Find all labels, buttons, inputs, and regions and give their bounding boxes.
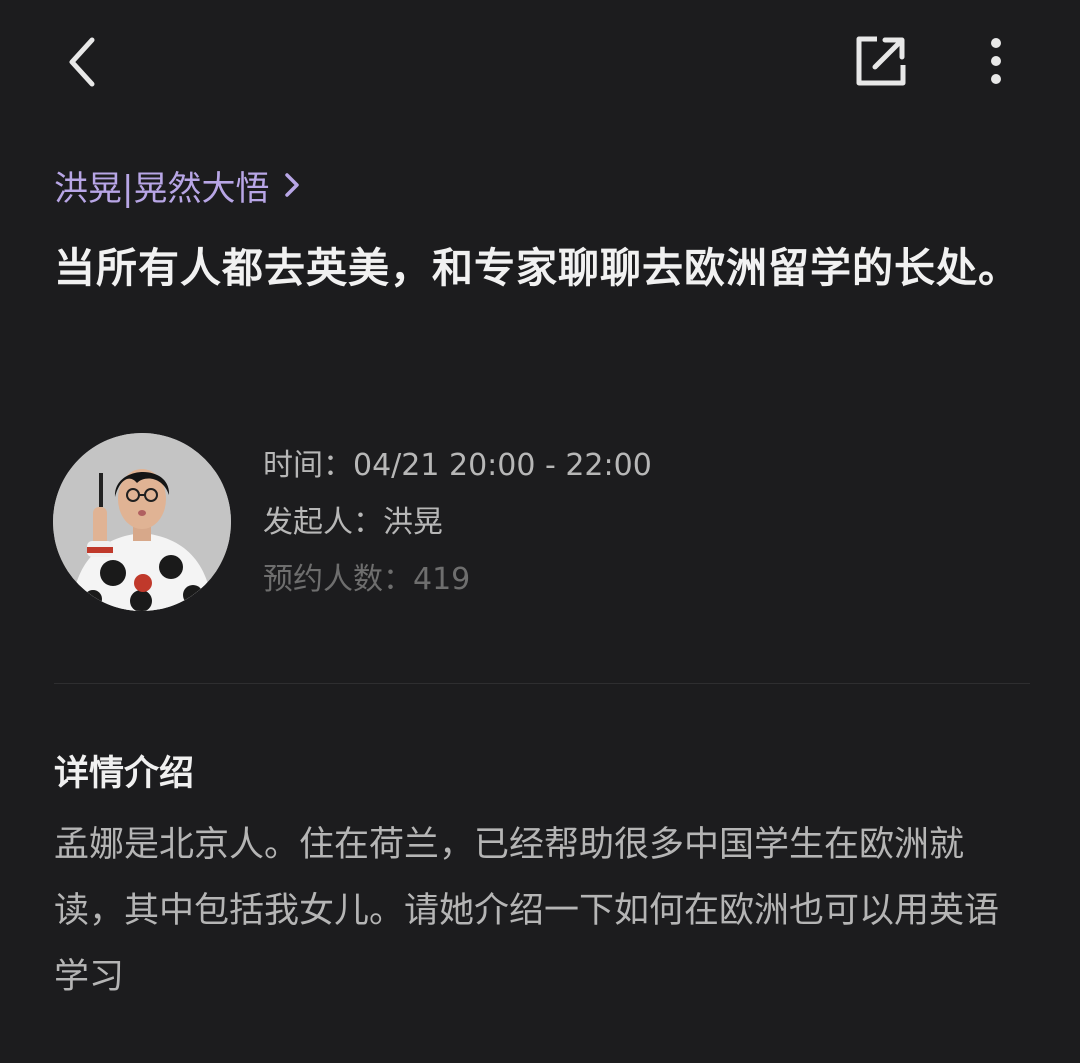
count-value: 419 [413, 562, 471, 597]
details-heading: 详情介绍 [54, 754, 195, 794]
details-body: 孟娜是北京人。住在荷兰，已经帮助很多中国学生在欧洲就读，其中包括我女儿。请她介绍… [54, 825, 1000, 997]
count-label: 预约人数： [263, 562, 413, 597]
share-button[interactable] [848, 28, 914, 94]
back-button[interactable] [50, 30, 114, 94]
time-value: 04/21 20:00 - 22:00 [353, 448, 652, 483]
host-avatar[interactable] [53, 433, 231, 611]
host-label: 发起人： [263, 505, 383, 540]
event-host: 发起人：洪晃 [263, 503, 443, 543]
event-title: 当所有人都去英美，和专家聊聊去欧洲留学的长处。 [54, 244, 1020, 292]
more-vertical-icon [991, 38, 1001, 84]
event-time: 时间：04/21 20:00 - 22:00 [263, 446, 652, 486]
chevron-left-icon [69, 37, 95, 87]
author-name: 洪晃|晃然大悟 [54, 168, 270, 209]
reservation-count: 预约人数：419 [263, 560, 470, 600]
chevron-right-icon [283, 171, 301, 199]
host-portrait-image [53, 433, 231, 611]
host-value: 洪晃 [383, 505, 443, 540]
author-channel-link[interactable]: 洪晃|晃然大悟 [54, 160, 301, 210]
more-options-button[interactable] [966, 28, 1026, 94]
section-divider [54, 683, 1030, 684]
time-label: 时间： [263, 448, 353, 483]
top-bar [0, 0, 1080, 120]
share-external-icon [856, 36, 906, 86]
